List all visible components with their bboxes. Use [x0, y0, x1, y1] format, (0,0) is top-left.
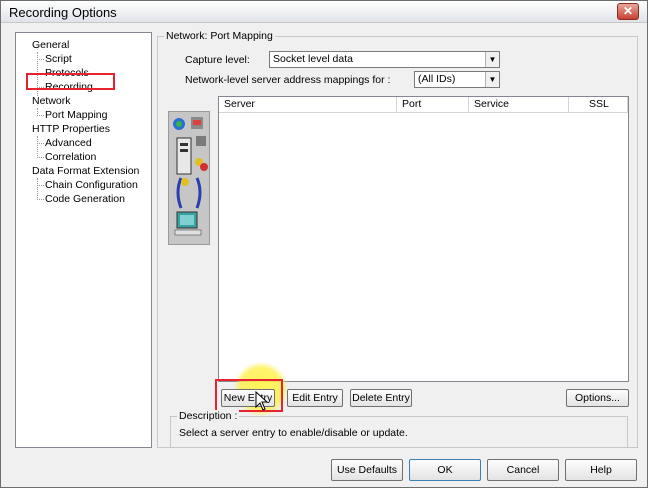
title-bar: Recording Options ✕	[1, 1, 647, 23]
edit-entry-button[interactable]: Edit Entry	[287, 389, 343, 407]
close-icon: ✕	[622, 4, 634, 18]
server-mapping-list[interactable]: Server Port Service SSL	[218, 96, 629, 382]
options-button[interactable]: Options...	[566, 389, 629, 407]
capture-level-select[interactable]: Socket level data ▼	[269, 51, 500, 68]
chevron-down-icon[interactable]: ▼	[485, 72, 499, 87]
tree-item-general[interactable]: General	[32, 39, 69, 52]
mappings-label: Network-level server address mappings fo…	[185, 74, 391, 86]
column-header-port[interactable]: Port	[397, 97, 469, 113]
new-entry-highlight-box	[215, 379, 283, 412]
delete-entry-button[interactable]: Delete Entry	[350, 389, 412, 407]
window-title: Recording Options	[9, 5, 117, 20]
tree-item-http-properties[interactable]: HTTP Properties	[32, 123, 110, 136]
tree-item-network[interactable]: Network	[32, 95, 71, 108]
column-header-ssl[interactable]: SSL	[569, 97, 628, 113]
close-button[interactable]: ✕	[617, 3, 639, 20]
capture-level-label: Capture level:	[185, 54, 250, 66]
chevron-down-icon[interactable]: ▼	[485, 52, 499, 67]
tree-item-advanced[interactable]: Advanced	[45, 137, 92, 150]
network-illustration	[168, 111, 210, 245]
capture-level-value: Socket level data	[273, 53, 353, 65]
options-tree[interactable]: General Script Protocols Recording Netwo…	[15, 32, 152, 448]
tree-item-script[interactable]: Script	[45, 53, 72, 66]
mouse-pointer-icon	[255, 391, 269, 411]
tree-item-chain-configuration[interactable]: Chain Configuration	[45, 179, 138, 192]
group-title: Network: Port Mapping	[164, 30, 275, 42]
use-defaults-button[interactable]: Use Defaults	[331, 459, 403, 481]
port-mapping-highlight-box	[26, 73, 115, 90]
help-button[interactable]: Help	[565, 459, 637, 481]
column-header-server[interactable]: Server	[219, 97, 397, 113]
mappings-value: (All IDs)	[418, 73, 456, 85]
tree-item-port-mapping[interactable]: Port Mapping	[45, 109, 107, 122]
cancel-button[interactable]: Cancel	[487, 459, 559, 481]
tree-item-correlation[interactable]: Correlation	[45, 151, 96, 164]
network-diagram-icon	[173, 117, 208, 236]
tree-item-data-format-extension[interactable]: Data Format Extension	[32, 165, 139, 178]
tree-item-code-generation[interactable]: Code Generation	[45, 193, 125, 206]
column-header-service[interactable]: Service	[469, 97, 569, 113]
description-label: Description :	[177, 410, 240, 422]
ok-button[interactable]: OK	[409, 459, 481, 481]
description-text: Select a server entry to enable/disable …	[179, 427, 408, 439]
recording-options-dialog: Recording Options ✕ General Script Proto…	[0, 0, 648, 488]
mappings-select[interactable]: (All IDs) ▼	[414, 71, 500, 88]
